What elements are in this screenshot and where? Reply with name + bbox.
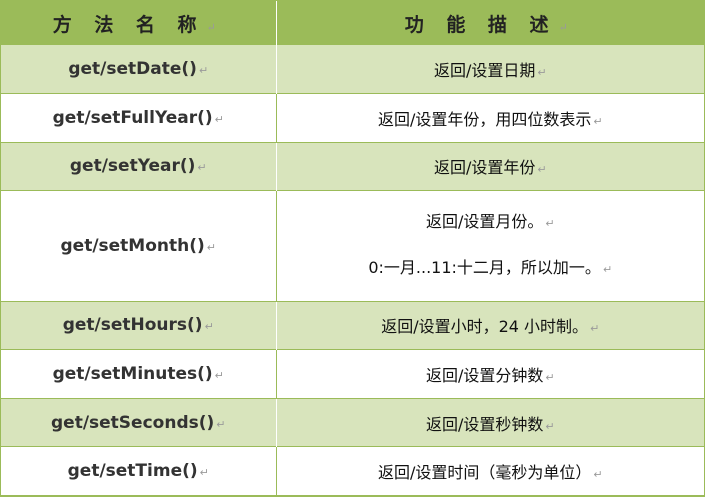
method-name: get/setFullYear() xyxy=(52,107,213,128)
method-cell: get/setYear() ↵ xyxy=(1,142,277,191)
description-cell: 返回/设置分钟数 ↵ xyxy=(276,349,704,399)
description-text: 返回/设置日期 xyxy=(433,61,536,81)
paragraph-mark-icon: ↵ xyxy=(593,114,603,128)
method-name: get/setTime() xyxy=(67,461,198,482)
method-name: get/setHours() xyxy=(62,315,203,336)
paragraph-mark-icon: ↵ xyxy=(204,320,214,334)
method-cell: get/setMonth() ↵ xyxy=(1,190,277,302)
description-text: 返回/设置小时，24 小时制。 xyxy=(381,317,589,337)
description-line: 返回/设置月份。 ↵ xyxy=(281,200,701,246)
method-cell: get/setSeconds() ↵ xyxy=(1,398,277,447)
method-cell: get/setHours() ↵ xyxy=(1,301,277,350)
paragraph-mark-icon: ↵ xyxy=(214,112,224,126)
description-cell: 返回/设置年份，用四位数表示 ↵ xyxy=(276,93,704,143)
method-name: get/setDate() xyxy=(68,59,197,80)
method-name: get/setMinutes() xyxy=(52,364,213,384)
description-cell: 返回/设置时间（毫秒为单位） ↵ xyxy=(276,446,704,496)
description-text: 返回/设置年份，用四位数表示 xyxy=(377,109,592,129)
paragraph-mark-icon: ↵ xyxy=(206,240,216,254)
method-name: get/setMonth() xyxy=(60,235,205,256)
table-row: get/setTime() ↵ 返回/设置时间（毫秒为单位） ↵ xyxy=(1,446,704,496)
description-header-text: 功 能 描 述 xyxy=(404,13,557,36)
description-text: 返回/设置秒钟数 xyxy=(425,414,544,434)
table-row: get/setHours() ↵ 返回/设置小时，24 小时制。 ↵ xyxy=(1,301,704,350)
description-text: 返回/设置分钟数 xyxy=(425,366,544,385)
paragraph-mark-icon: ↵ xyxy=(558,20,576,34)
description-cell: 返回/设置年份 ↵ xyxy=(276,142,704,191)
paragraph-mark-icon: ↵ xyxy=(537,66,547,80)
description-header: 功 能 描 述 ↵ xyxy=(276,1,704,45)
description-text: 返回/设置月份。 xyxy=(425,211,544,231)
table-row: get/setSeconds() ↵ 返回/设置秒钟数 ↵ xyxy=(1,398,704,447)
method-name-header: 方 法 名 称 ↵ xyxy=(1,1,277,45)
description-cell: 返回/设置秒钟数 ↵ xyxy=(276,398,704,447)
paragraph-mark-icon: ↵ xyxy=(199,466,209,480)
method-name: get/setYear() xyxy=(69,156,196,177)
description-line: 0:一月...11:十二月，所以加一。 ↵ xyxy=(281,246,701,292)
paragraph-mark-icon: ↵ xyxy=(537,163,547,177)
method-name-header-text: 方 法 名 称 xyxy=(52,13,205,36)
paragraph-mark-icon: ↵ xyxy=(590,322,600,336)
paragraph-mark-icon: ↵ xyxy=(198,64,209,78)
table-row: get/setFullYear() ↵ 返回/设置年份，用四位数表示 ↵ xyxy=(1,93,704,143)
date-methods-table-container: 方 法 名 称 ↵ 功 能 描 述 ↵ get/setDate() ↵ 返回/设置日期… xyxy=(0,0,705,497)
paragraph-mark-icon: ↵ xyxy=(602,262,613,276)
paragraph-mark-icon: ↵ xyxy=(197,161,207,175)
description-cell: 返回/设置日期 ↵ xyxy=(276,45,704,94)
paragraph-mark-icon: ↵ xyxy=(545,419,555,433)
table-row: get/setMonth() ↵ 返回/设置月份。 ↵ 0:一月...11:十二月，… xyxy=(1,190,704,302)
table-row: get/setMinutes() ↵ 返回/设置分钟数 ↵ xyxy=(1,349,704,399)
description-cell: 返回/设置小时，24 小时制。 ↵ xyxy=(276,301,704,350)
table-row: get/setYear() ↵ 返回/设置年份 ↵ xyxy=(1,142,704,191)
description-text: 0:一月...11:十二月，所以加一。 xyxy=(368,257,601,277)
paragraph-mark-icon: ↵ xyxy=(206,20,224,34)
paragraph-mark-icon: ↵ xyxy=(214,369,224,382)
paragraph-mark-icon: ↵ xyxy=(216,417,226,431)
description-text: 返回/设置时间（毫秒为单位） xyxy=(377,463,592,483)
method-cell: get/setFullYear() ↵ xyxy=(1,93,277,143)
table-header-row: 方 法 名 称 ↵ 功 能 描 述 ↵ xyxy=(1,1,704,45)
method-cell: get/setTime() ↵ xyxy=(1,446,277,496)
method-cell: get/setDate() ↵ xyxy=(1,45,277,94)
description-cell: 返回/设置月份。 ↵ 0:一月...11:十二月，所以加一。 ↵ xyxy=(276,190,704,302)
table-row: get/setDate() ↵ 返回/设置日期 ↵ xyxy=(1,45,704,94)
paragraph-mark-icon: ↵ xyxy=(593,468,603,482)
method-cell: get/setMinutes() ↵ xyxy=(1,349,277,399)
description-text: 返回/设置年份 xyxy=(433,158,536,178)
date-methods-table: 方 法 名 称 ↵ 功 能 描 述 ↵ get/setDate() ↵ 返回/设置日期… xyxy=(1,1,704,496)
paragraph-mark-icon: ↵ xyxy=(545,216,555,230)
method-name: get/setSeconds() xyxy=(51,412,215,433)
paragraph-mark-icon: ↵ xyxy=(545,371,555,384)
